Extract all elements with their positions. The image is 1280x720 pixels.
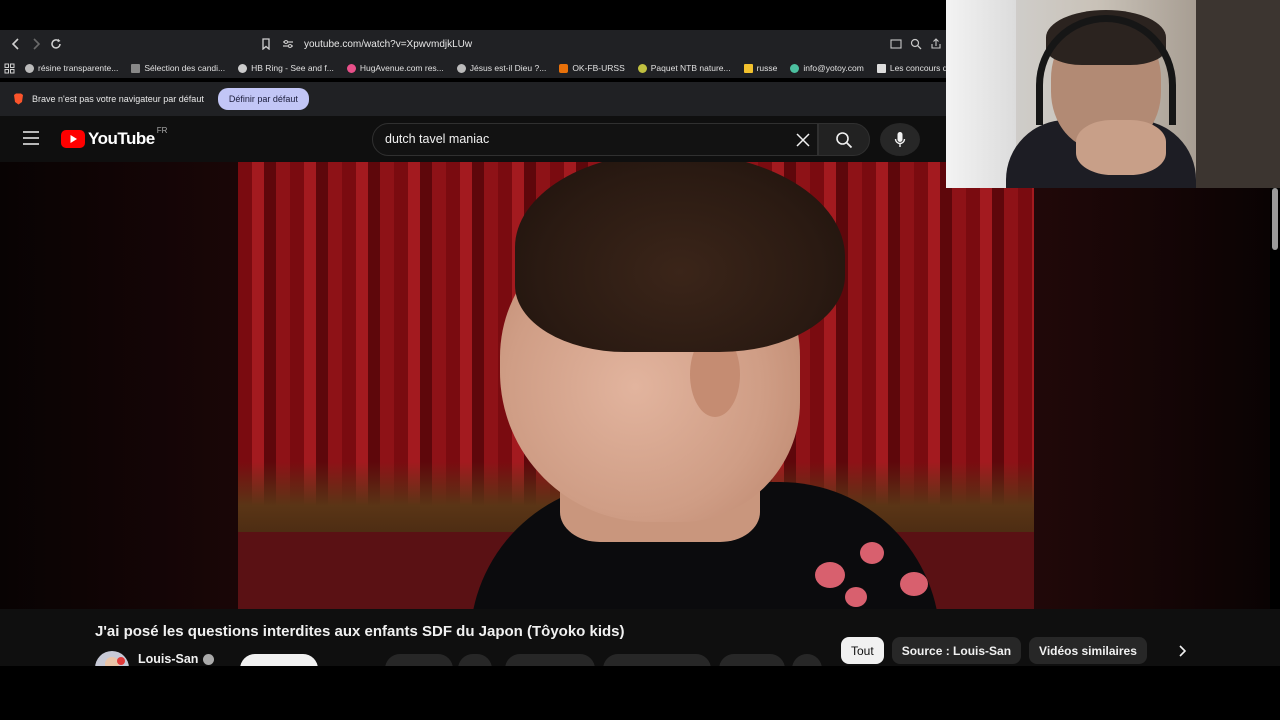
site-settings-icon[interactable] (278, 34, 298, 54)
bookmark-item[interactable]: OK-FB-URSS (559, 63, 625, 73)
video-frame-blossom (845, 587, 867, 607)
video-letterbox-left (0, 162, 238, 609)
bookmark-icon[interactable] (256, 34, 276, 54)
logo-text: YouTube (88, 129, 155, 148)
image-icon (876, 63, 886, 73)
verified-check-icon (203, 653, 215, 665)
related-filter-chips: Tout Source : Louis-San Vidéos similaire… (841, 637, 1197, 664)
search-box[interactable]: dutch tavel maniac (372, 123, 818, 156)
bookmark-item[interactable]: résine transparente... (25, 63, 118, 73)
bookmark-item[interactable]: HugAvenue.com res... (346, 63, 444, 73)
address-bar[interactable]: youtube.com/watch?v=XpwvmdjkLUw (304, 39, 472, 50)
bookmark-folder[interactable]: russe (743, 63, 777, 73)
browser-tab-strip (0, 0, 946, 30)
chip-all[interactable]: Tout (841, 637, 884, 664)
bookmark-item[interactable]: Paquet NTB nature... (637, 63, 731, 73)
notice-text: Brave n'est pas votre navigateur par déf… (32, 94, 204, 104)
video-info: J'ai posé les questions interdites aux e… (0, 609, 1280, 685)
webcam-person (1006, 10, 1196, 188)
mail-icon (790, 63, 800, 73)
default-browser-notice: Brave n'est pas votre navigateur par déf… (0, 82, 946, 116)
youtube-play-icon (61, 130, 85, 148)
bookmark-item[interactable]: Les concours d'aute... (876, 63, 946, 73)
leaf-icon (637, 63, 647, 73)
video-frame-hair (515, 162, 845, 352)
set-default-button[interactable]: Définir par défaut (217, 88, 309, 110)
back-icon[interactable] (6, 34, 26, 54)
globe-icon (238, 63, 248, 73)
browser-toolbar: youtube.com/watch?v=XpwvmdjkLUw (0, 30, 946, 58)
voice-search-button[interactable] (880, 123, 920, 156)
clear-search-icon[interactable] (795, 132, 811, 153)
document-icon (131, 63, 141, 73)
chevron-right-icon[interactable] (1167, 637, 1197, 664)
page-scrollbar[interactable] (1272, 188, 1278, 250)
bookmark-item[interactable]: HB Ring - See and f... (238, 63, 334, 73)
globe-icon (25, 63, 34, 73)
folder-icon (743, 63, 753, 73)
reload-icon[interactable] (46, 34, 66, 54)
chip-similar[interactable]: Vidéos similaires (1029, 637, 1147, 664)
brave-lion-icon (13, 93, 24, 105)
ok-icon (559, 63, 569, 73)
webcam-overlay (946, 0, 1280, 188)
bookmark-item[interactable]: Jésus est-il Dieu ?... (456, 63, 546, 73)
video-frame-blossom (860, 542, 884, 564)
webcam-background-shelf (1196, 0, 1280, 188)
share-icon[interactable] (926, 34, 946, 54)
youtube-header: YouTube FR dutch tavel maniac (0, 116, 946, 162)
cast-icon[interactable] (886, 34, 906, 54)
zoom-icon[interactable] (906, 34, 926, 54)
video-letterbox-right (1034, 162, 1270, 609)
bookmark-item[interactable]: info@yotoy.com (790, 63, 864, 73)
video-frame-blossom (815, 562, 845, 588)
forward-icon[interactable] (26, 34, 46, 54)
screen-bottom-bar (0, 666, 1280, 720)
bookmark-item[interactable]: Sélection des candi... (131, 63, 225, 73)
microphone-icon (894, 131, 906, 147)
menu-icon[interactable] (22, 130, 40, 151)
chip-source[interactable]: Source : Louis-San (891, 637, 1022, 664)
video-player[interactable] (0, 162, 1270, 609)
apps-grid-icon[interactable] (4, 58, 15, 78)
video-title: J'ai posé les questions interdites aux e… (95, 623, 625, 640)
video-frame-blossom (900, 572, 928, 596)
globe-icon (456, 63, 466, 73)
bookmarks-bar: résine transparente... Sélection des can… (0, 58, 946, 78)
youtube-logo[interactable]: YouTube FR (61, 126, 168, 149)
webcam-person-hand (1076, 120, 1166, 175)
search-icon (836, 131, 853, 148)
search-input[interactable]: dutch tavel maniac (385, 132, 489, 146)
region-code: FR (156, 126, 168, 135)
search-button[interactable] (818, 123, 870, 156)
channel-name[interactable]: Louis-San (138, 652, 215, 666)
heart-icon (346, 63, 356, 73)
